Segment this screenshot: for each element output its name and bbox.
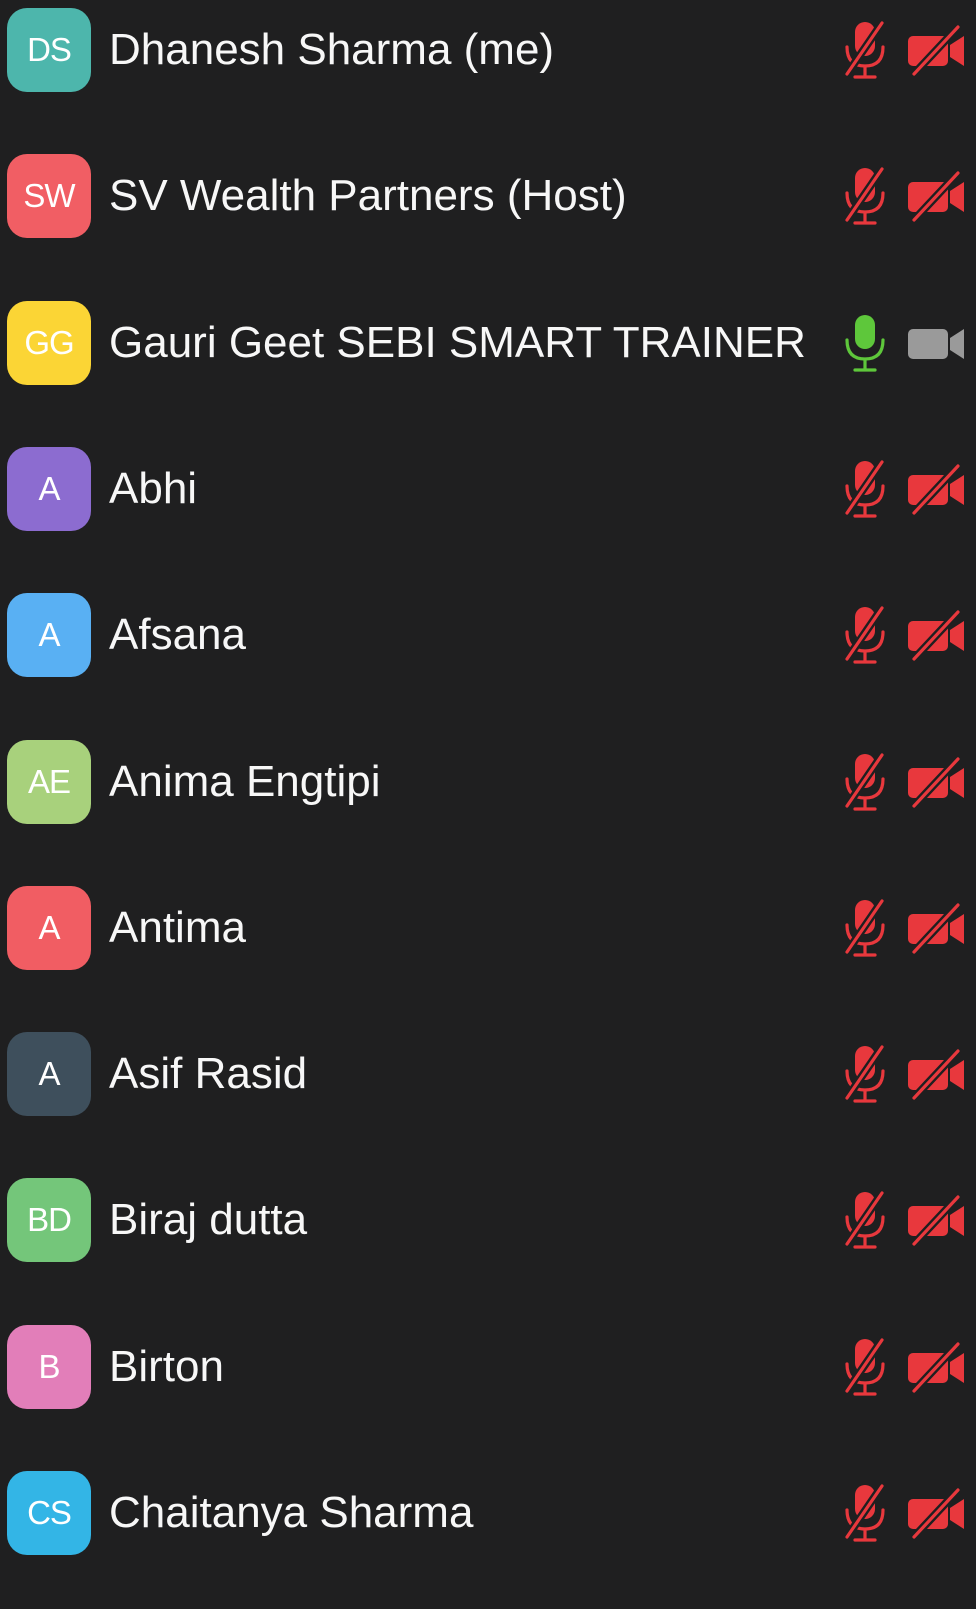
avatar-initials: A (38, 616, 60, 654)
participant-role-tag: (Host) (494, 171, 627, 221)
avatar: AE (7, 739, 91, 824)
camera-off-icon[interactable] (906, 1487, 966, 1539)
avatar-initials: A (38, 1055, 60, 1093)
participant-row[interactable]: GG Gauri Geet SEBI SMART TRAINER (0, 293, 976, 439)
participant-row[interactable]: BD Biraj dutta (0, 1170, 976, 1316)
participant-row[interactable]: A Abhi (0, 439, 976, 585)
avatar-initials: CS (27, 1494, 72, 1531)
participant-row[interactable]: CS Chaitanya Sharma (0, 1463, 976, 1609)
participant-list: DS Dhanesh Sharma (me) SW SV Wealth Part… (0, 0, 976, 1562)
avatar-initials: AE (27, 762, 71, 800)
avatar: A (7, 593, 91, 678)
mic-muted-icon[interactable] (841, 459, 889, 519)
mic-muted-icon[interactable] (841, 1044, 889, 1104)
camera-off-icon[interactable] (906, 170, 966, 223)
camera-off-icon[interactable] (906, 609, 966, 662)
participant-name-text: Gauri Geet SEBI SMART TRAINER (109, 317, 806, 367)
participant-name-text: Antima (109, 902, 246, 952)
camera-off-icon[interactable] (906, 24, 966, 76)
mic-muted-icon[interactable] (841, 20, 889, 80)
participant-name-text: SV Wealth Partners (109, 171, 495, 221)
mic-muted-icon[interactable] (841, 1190, 889, 1250)
participant-name-text: Anima Engtipi (109, 756, 381, 806)
participant-role-tag: (me) (451, 25, 555, 74)
participant-name: Afsana (109, 606, 246, 664)
mic-muted-icon[interactable] (841, 1483, 889, 1543)
camera-off-icon[interactable] (906, 463, 966, 515)
camera-off-icon[interactable] (906, 1048, 966, 1101)
avatar-initials: SW (23, 177, 75, 215)
avatar: A (7, 1032, 91, 1117)
camera-off-icon[interactable] (906, 1340, 966, 1393)
camera-icon[interactable] (906, 317, 966, 369)
participant-name-text: Birton (109, 1341, 224, 1391)
participant-row[interactable]: A Antima (0, 878, 976, 1024)
participant-row[interactable]: A Asif Rasid (0, 1024, 976, 1170)
camera-off-icon[interactable] (906, 1194, 966, 1247)
participant-name: Abhi (109, 460, 197, 518)
participant-name-text: Chaitanya Sharma (109, 1488, 474, 1537)
avatar-initials: DS (27, 31, 72, 68)
avatar: BD (7, 1178, 91, 1263)
participant-name: Antima (109, 899, 246, 957)
avatar: SW (7, 154, 91, 239)
participant-row[interactable]: A Afsana (0, 585, 976, 731)
avatar-initials: GG (24, 323, 74, 361)
participant-name-text: Asif Rasid (109, 1049, 308, 1099)
participant-name-text: Biraj dutta (109, 1195, 308, 1245)
avatar-initials: B (38, 1347, 60, 1385)
participant-name: Chaitanya Sharma (109, 1484, 473, 1542)
mic-muted-icon[interactable] (841, 605, 889, 665)
mic-muted-icon[interactable] (841, 1337, 889, 1397)
avatar: GG (7, 300, 91, 385)
participant-name: Asif Rasid (109, 1045, 307, 1103)
participant-name: Birton (109, 1338, 224, 1396)
avatar: B (7, 1324, 91, 1409)
participant-row[interactable]: B Birton (0, 1317, 976, 1463)
mic-muted-icon[interactable] (841, 898, 889, 958)
mic-icon[interactable] (841, 313, 889, 373)
participant-row[interactable]: SW SV Wealth Partners (Host) (0, 146, 976, 292)
participant-row[interactable]: AE Anima Engtipi (0, 732, 976, 878)
participant-row[interactable]: DS Dhanesh Sharma (me) (0, 0, 976, 146)
participant-name: Gauri Geet SEBI SMART TRAINER (109, 314, 806, 372)
avatar-initials: A (38, 908, 60, 946)
camera-off-icon[interactable] (906, 755, 966, 808)
participant-name: Anima Engtipi (109, 753, 380, 811)
avatar-initials: A (38, 469, 60, 507)
participant-name-text: Dhanesh Sharma (109, 25, 452, 74)
mic-muted-icon[interactable] (841, 752, 889, 812)
avatar: A (7, 885, 91, 970)
participant-name: SV Wealth Partners (Host) (109, 167, 627, 225)
avatar: CS (7, 1471, 91, 1555)
participant-name-text: Abhi (109, 463, 198, 513)
avatar-initials: BD (27, 1201, 72, 1239)
mic-muted-icon[interactable] (841, 166, 889, 226)
avatar: A (7, 446, 91, 531)
participant-name-text: Afsana (109, 610, 246, 660)
participant-name: Biraj dutta (109, 1191, 307, 1249)
participant-name: Dhanesh Sharma (me) (109, 21, 554, 79)
camera-off-icon[interactable] (906, 902, 966, 954)
avatar: DS (7, 8, 91, 92)
